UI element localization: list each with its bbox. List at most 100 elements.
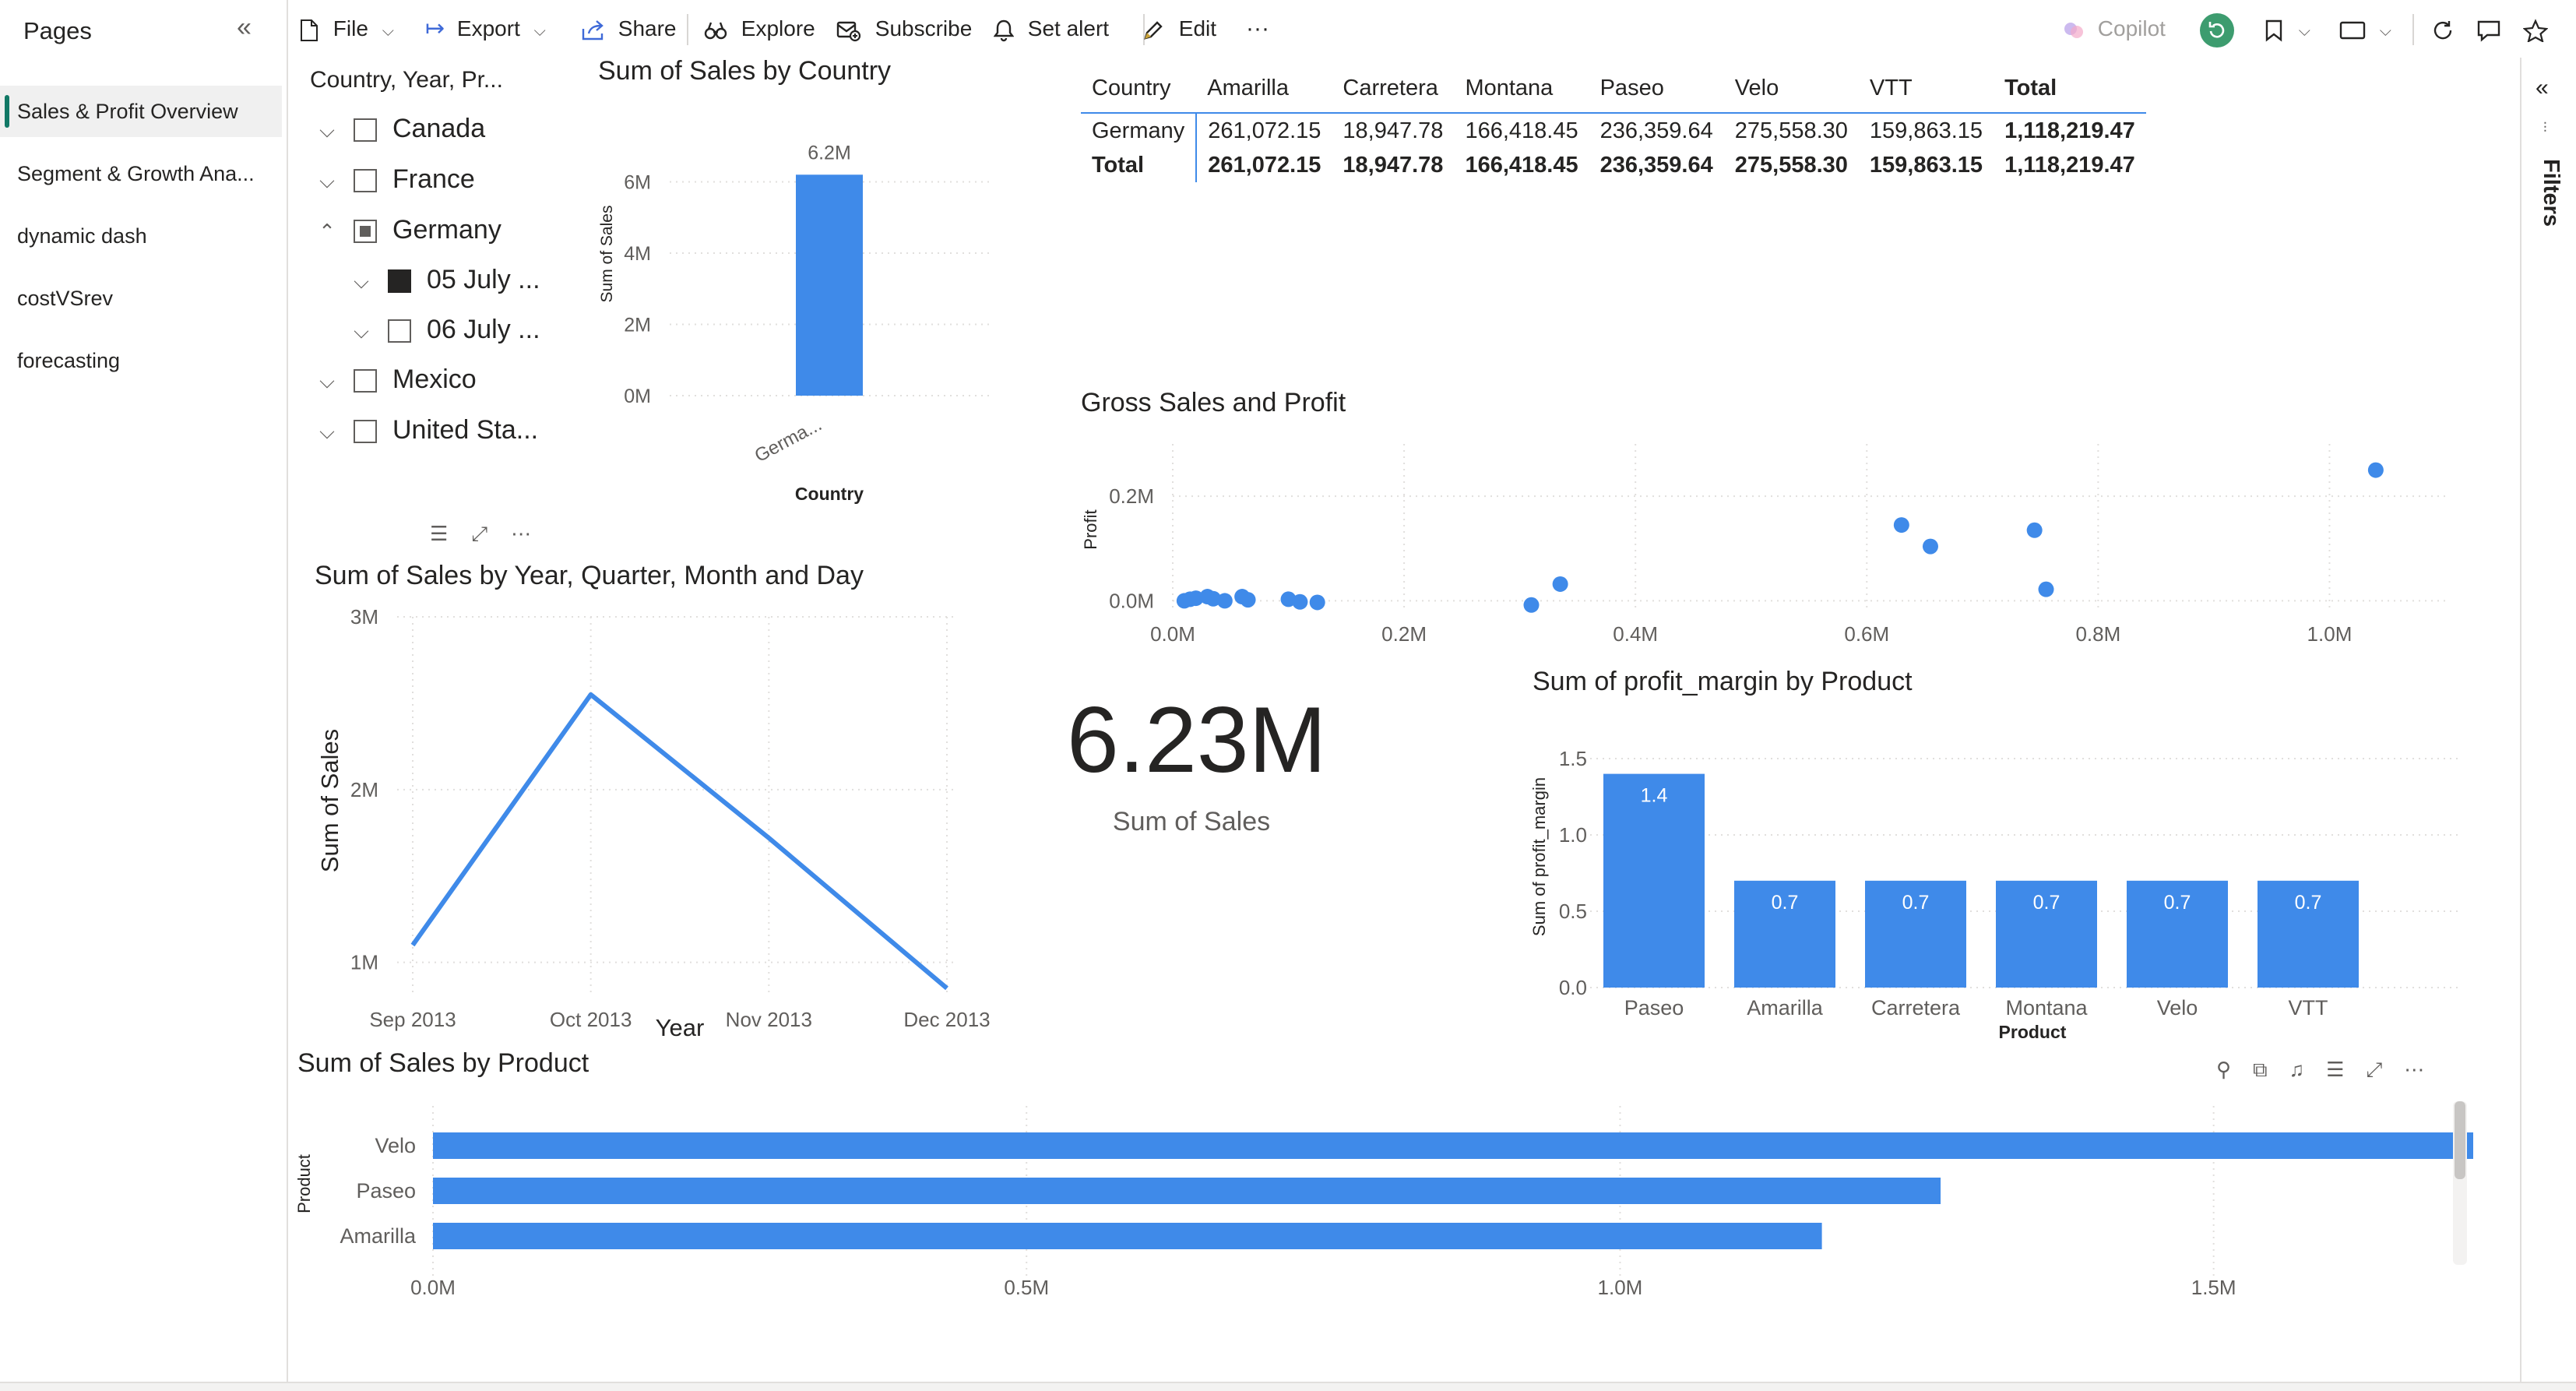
checkbox-checked[interactable] [388,269,411,294]
y-tick-label: 3M [350,605,378,629]
file-label: File [333,16,368,40]
matrix-column-header[interactable]: VTT [1859,64,1994,113]
data-label: 0.7 [2295,892,2322,914]
filter-icon[interactable]: ☰ [2326,1058,2366,1081]
chevron-down-icon[interactable]: ⌵ [311,118,343,143]
scrollbar-track[interactable] [2453,1101,2467,1265]
chart-profit-margin-by-product[interactable]: 0.0 0.5 1.0 1.5 1.4 Paseo 0.7 Amarilla 0.7 Carret… [1519,732,2484,1044]
comment-button[interactable] [2476,0,2501,58]
matrix-column-header[interactable]: Carretera [1332,64,1454,113]
chevron-down-icon[interactable]: ⌵ [346,269,377,294]
matrix-column-header[interactable]: Country [1081,64,1196,113]
page-item-segment-growth[interactable]: Segment & Growth Ana... [0,148,282,199]
toolbar-divider [2412,14,2414,45]
chart-gross-sales-profit[interactable]: 0.0M 0.2M 0.0M 0.2M 0.4M 0.6M 0.8M 1.0M Profit [1075,436,2461,662]
checkbox[interactable] [388,319,411,343]
focus-mode-icon[interactable]: ⤢ [471,522,511,545]
slicer-row-united-states[interactable]: ⌵ United Sta... [311,415,538,445]
slicer-row-germany[interactable]: ⌃ Germany [311,215,501,245]
file-menu-button[interactable]: File ⌵ [299,0,394,58]
scatter-point [2038,581,2054,597]
copy-icon[interactable]: ⧉ [2253,1058,2289,1081]
filters-label: Filters [2539,159,2564,227]
y-tick-label: 1M [350,951,378,974]
pin-icon[interactable]: ⚲ [2216,1058,2253,1081]
export-menu-button[interactable]: ↦ Export ⌵ [425,0,546,58]
page-item-dynamic-dash[interactable]: dynamic dash [0,210,282,262]
checkbox[interactable] [354,169,377,193]
focus-mode-icon[interactable]: ⤢ [2366,1058,2404,1081]
y-tick-label: Paseo [356,1179,416,1203]
matrix-row-header: Total [1081,148,1198,182]
checkbox[interactable] [354,420,377,444]
matrix-column-header[interactable]: Paseo [1589,64,1724,113]
page-item-forecasting[interactable]: forecasting [0,335,282,386]
chart-sales-by-date[interactable]: 1M 2M 3M Sep 2013 Oct 2013 Nov 2013 Dec 2013 Ye… [308,600,1009,1051]
y-tick-label: 0.0M [1109,589,1154,612]
scatter-point [1216,593,1233,609]
reset-button[interactable] [2199,0,2235,58]
x-tick-label: Carretera [1871,996,1961,1019]
expand-filters-icon[interactable]: « [2536,75,2549,101]
page-item-costvsrev[interactable]: costVSrev [0,273,282,324]
matrix-column-header[interactable]: Velo [1724,64,1859,113]
copilot-label: Copilot [2097,16,2166,40]
edit-button[interactable]: Edit [1142,0,1216,58]
matrix-cell: 275,558.30 [1734,118,1848,143]
explore-label: Explore [741,16,815,40]
matrix-row[interactable]: Germany 261,072.15 18,947.78 166,418.45 236,… [1081,113,2146,148]
comment-icon [2477,20,2500,42]
toolbar: File ⌵ ↦ Export ⌵ Share Explore Subscrib… [288,0,2576,58]
chevron-down-icon[interactable]: ⌵ [346,319,377,344]
chevron-down-icon[interactable]: ⌵ [311,420,343,445]
favorite-button[interactable] [2522,0,2549,58]
chart-title-sales-by-product: Sum of Sales by Product [297,1048,589,1078]
filter-icon[interactable]: ☰ [430,522,471,545]
view-button[interactable]: ⌵ [2339,0,2391,58]
y-tick-label: 6M [624,171,651,193]
set-alert-label: Set alert [1027,16,1110,40]
chart-title-sales-by-date: Sum of Sales by Year, Quarter, Month and… [315,561,864,590]
explore-button[interactable]: Explore [704,0,815,58]
matrix-column-header[interactable]: Total [1994,64,2146,113]
more-options-button[interactable]: ··· [1246,0,1269,58]
filters-pane[interactable]: « ⫶ Filters [2520,58,2576,1389]
checkbox[interactable] [354,369,377,393]
slicer-row-mexico[interactable]: ⌵ Mexico [311,364,477,395]
copilot-icon [2064,22,2083,38]
matrix-column-header[interactable]: Montana [1454,64,1589,113]
subscribe-button[interactable]: Subscribe [836,0,972,58]
chart-sales-by-product[interactable]: 0.0M 0.5M 1.0M 1.5M Velo Paseo Amarilla Product [293,1090,2473,1324]
share-button[interactable]: Share [581,0,677,58]
chevron-down-icon[interactable]: ⌵ [311,169,343,194]
checkbox[interactable] [354,118,377,143]
slicer-row-canada[interactable]: ⌵ Canada [311,114,485,144]
slicer-row-france[interactable]: ⌵ France [311,164,475,195]
set-alert-button[interactable]: Set alert [993,0,1110,58]
slicer-row-06-july[interactable]: ⌵ 06 July ... [346,315,540,345]
matrix-column-header[interactable]: Amarilla [1196,64,1332,113]
chart-sales-by-country[interactable]: 0M 2M 4M 6M 6.2M Germa... Country Sum of Sales [576,101,997,522]
x-tick-label: 1.0M [2307,622,2353,646]
bookmark-button[interactable]: ⌵ [2265,0,2310,58]
scrollbar-thumb[interactable] [2455,1101,2465,1179]
alert-bell-icon[interactable]: ♫ [2289,1058,2327,1081]
slicer-row-05-july[interactable]: ⌵ 05 July ... [346,265,540,295]
slicer-item-label: 05 July ... [427,265,540,294]
checkbox-partial[interactable] [354,220,377,244]
y-tick-label: 0.2M [1109,484,1154,508]
bar [433,1178,1941,1204]
matrix-visual[interactable]: Country Amarilla Carretera Montana Paseo Velo… [1081,64,2146,182]
x-tick-label: 0.0M [410,1276,456,1299]
chevron-up-icon[interactable]: ⌃ [311,220,343,244]
matrix-total-row[interactable]: Total 261,072.15 18,947.78 166,418.45 236,35… [1081,148,2146,182]
more-options-icon[interactable]: ⋯ [2404,1058,2446,1081]
slicer-item-label: Mexico [392,364,477,394]
refresh-button[interactable] [2431,0,2455,58]
x-tick-label: Amarilla [1747,996,1824,1019]
page-item-sales-profit-overview[interactable]: Sales & Profit Overview [0,86,282,137]
copilot-button[interactable]: Copilot [2062,0,2166,58]
more-options-icon[interactable]: ⋯ [511,522,554,545]
collapse-pages-icon[interactable]: « [237,12,252,43]
chevron-down-icon[interactable]: ⌵ [311,369,343,394]
